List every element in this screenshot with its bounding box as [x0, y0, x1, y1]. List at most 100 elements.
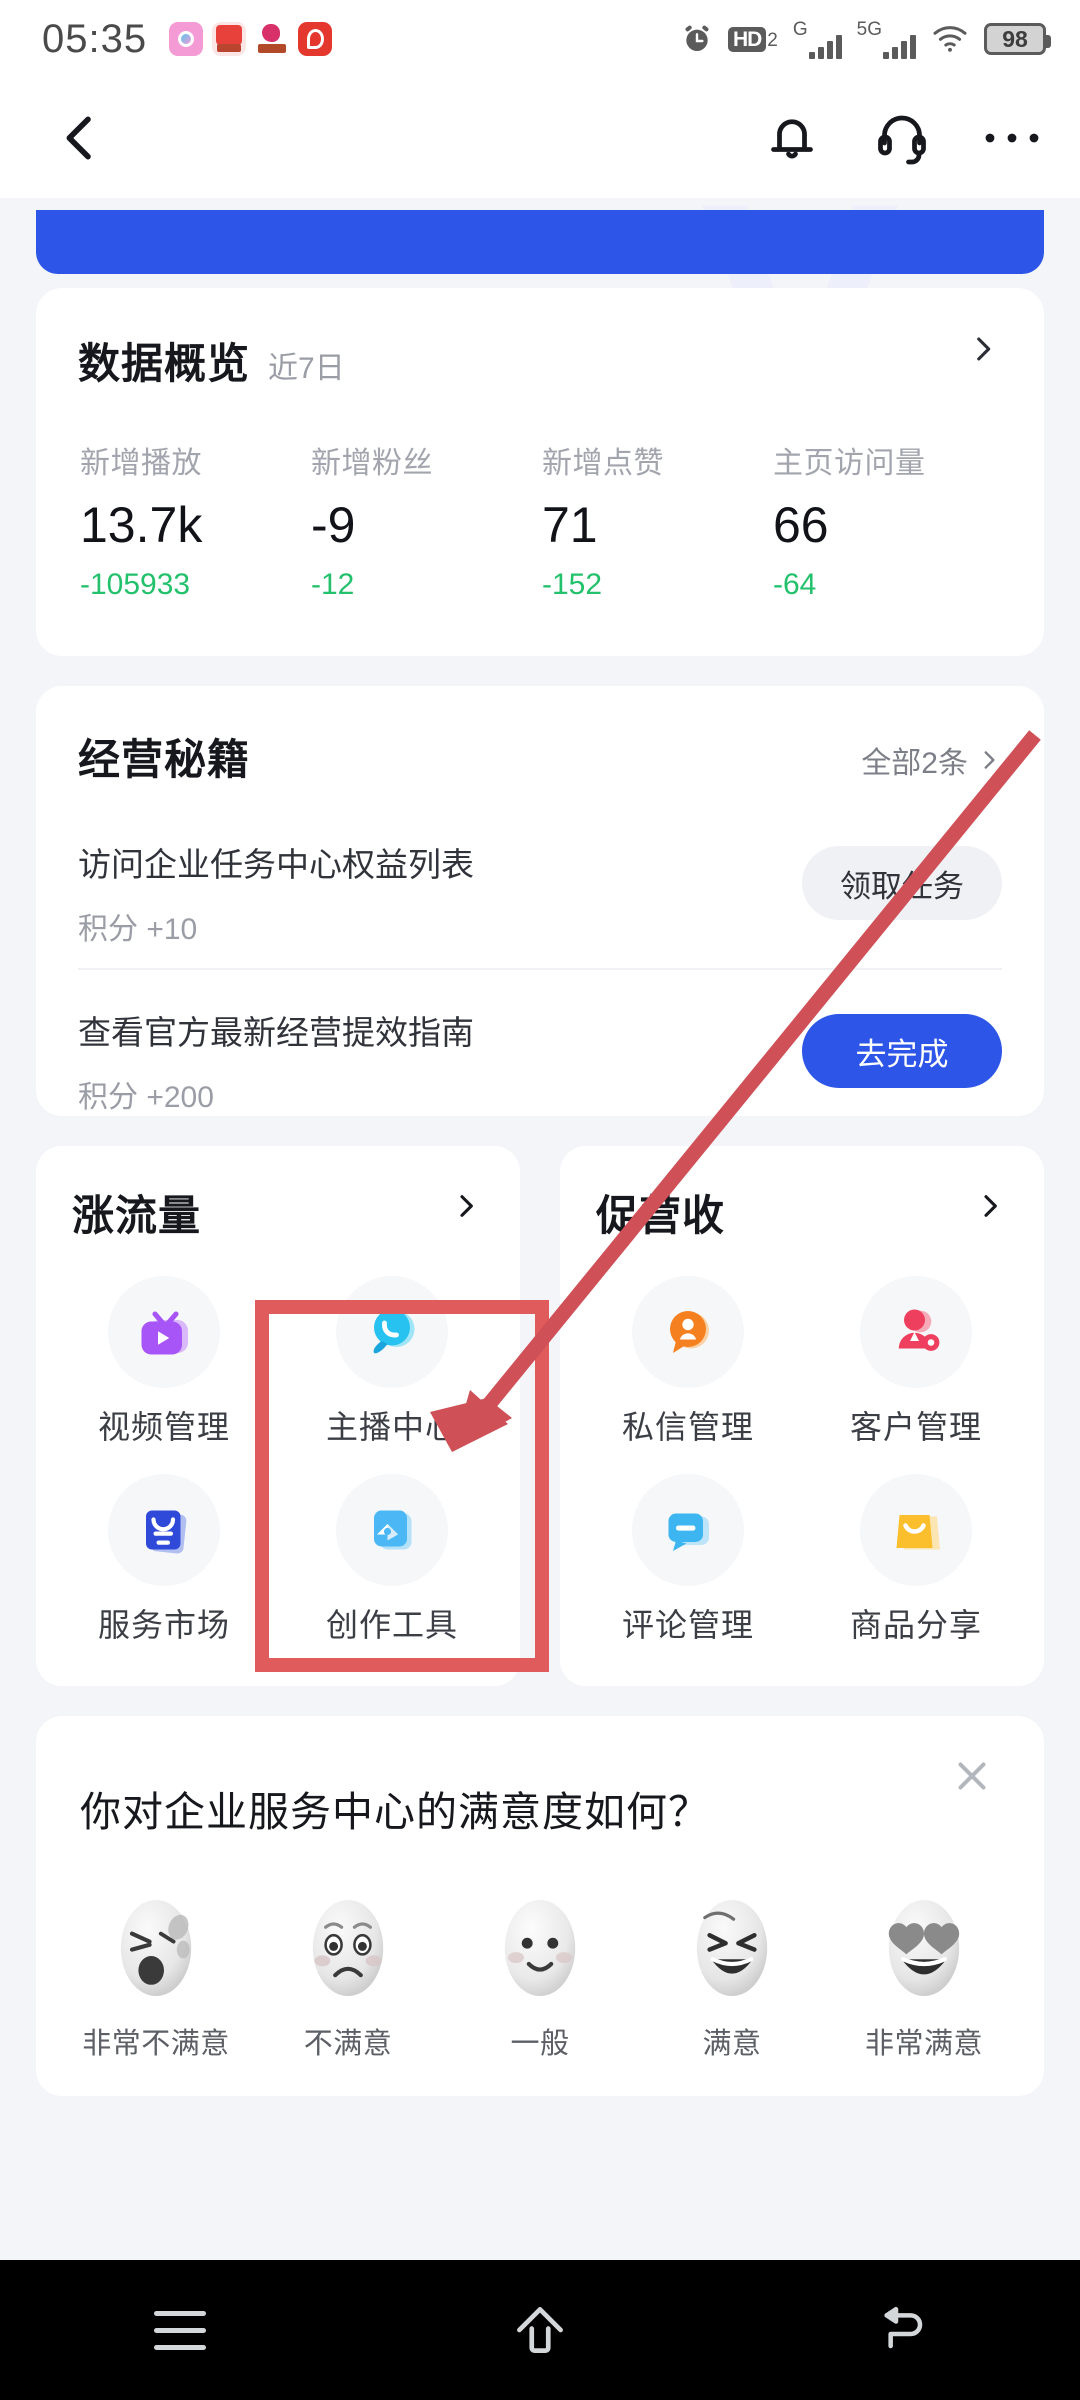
tip-row: 访问企业任务中心权益列表 积分 +10 领取任务 — [78, 838, 1002, 948]
view-all-label: 全部2条 — [861, 747, 968, 780]
more-dots-icon[interactable] — [978, 104, 1046, 172]
metric-value: 71 — [542, 497, 598, 553]
survey-option-label: 一般 — [510, 2028, 570, 2060]
page-title: 数据概览 — [78, 340, 251, 387]
status-bar-app-icons — [169, 22, 333, 56]
business-tips-card: 经营秘籍 全部2条 访问企业任务中心权益列表 积分 +10 领取任务 查看官方最… — [36, 686, 1044, 1116]
survey-question: 你对企业服务中心的满意度如何？ — [80, 1789, 710, 1835]
app-icon-pink — [169, 22, 204, 56]
grid-item-product-share[interactable]: 商品分享 — [802, 1474, 1030, 1646]
hd-voice-icon: HD 2 — [727, 26, 778, 52]
grid-item-creation-tools[interactable]: 创作工具 — [278, 1474, 506, 1646]
claim-task-button[interactable]: 领取任务 — [802, 846, 1002, 920]
data-overview-card[interactable]: 数据概览 近7日 新增播放 13.7k -105933 新增粉丝 -9 -12 — [36, 288, 1044, 656]
revenue-growth-title: 促营收 — [596, 1192, 726, 1239]
metrics-row: 新增播放 13.7k -105933 新增粉丝 -9 -12 新增点赞 71 -… — [80, 438, 1004, 602]
chevron-right-icon — [984, 751, 995, 769]
comment-icon — [632, 1474, 744, 1586]
survey-option-very-satisfied[interactable]: 非常满意 — [828, 1892, 1020, 2062]
divider — [78, 968, 1002, 970]
revenue-growth-grid: 私信管理 客户管理 评论管理 商品分享 — [574, 1276, 1030, 1646]
grid-item-service-market[interactable]: 服务市场 — [50, 1474, 278, 1646]
status-bar-clock: 05:35 — [42, 16, 148, 61]
grid-item-label: 服务市场 — [97, 1607, 230, 1643]
metric-delta: -152 — [542, 568, 603, 601]
grid-item-customer-management[interactable]: 客户管理 — [802, 1276, 1030, 1448]
metric-delta: -64 — [773, 568, 817, 601]
menu-icon[interactable] — [120, 2285, 240, 2375]
grid-item-label: 商品分享 — [849, 1607, 982, 1643]
metric-value: -9 — [311, 497, 356, 553]
chevron-right-icon[interactable] — [450, 1190, 482, 1227]
back-icon[interactable] — [840, 2285, 960, 2375]
survey-option-label: 不满意 — [303, 2028, 393, 2060]
speech-bubble-icon — [336, 1276, 448, 1388]
satisfaction-survey-card: 你对企业服务中心的满意度如何？ 非常不满意 不满意 一般 满意 非常满意 — [36, 1716, 1044, 2096]
chevron-right-icon[interactable] — [974, 1190, 1006, 1227]
survey-option-label: 非常满意 — [864, 2028, 983, 2060]
grid-item-label: 主播中心 — [325, 1409, 458, 1445]
shopping-bag-icon — [860, 1474, 972, 1586]
grid-item-label: 私信管理 — [621, 1409, 754, 1445]
alarm-clock-icon — [681, 23, 713, 55]
close-x-icon[interactable] — [936, 1740, 1008, 1812]
grid-item-anchor-center[interactable]: 主播中心 — [278, 1276, 506, 1448]
metric-label: 新增点赞 — [542, 447, 664, 480]
bell-icon[interactable] — [758, 104, 826, 172]
app-icon-xiaohongshu — [212, 22, 247, 56]
grid-item-label: 客户管理 — [849, 1409, 982, 1445]
metric-item[interactable]: 新增粉丝 -9 -12 — [311, 438, 542, 602]
person-bubble-icon — [632, 1276, 744, 1388]
grid-item-private-message[interactable]: 私信管理 — [574, 1276, 802, 1448]
phone-screen: 05:35 HD 2 G 5G 98 数据概览 近7日 新增播放 13.7k -… — [0, 0, 1080, 2400]
go-complete-button[interactable]: 去完成 — [802, 1014, 1002, 1088]
revenue-growth-card: 促营收 私信管理 客户管理 评论管理 商品分享 — [560, 1146, 1044, 1686]
grid-item-video-management[interactable]: 视频管理 — [50, 1276, 278, 1448]
tip-row: 查看官方最新经营提效指南 积分 +200 去完成 — [78, 1006, 1002, 1116]
home-icon[interactable] — [480, 2285, 600, 2375]
promo-banner[interactable] — [36, 210, 1044, 274]
face-happy-icon — [696, 1900, 768, 1996]
nav-action-group — [758, 104, 1046, 172]
metric-delta: -12 — [311, 568, 355, 601]
metric-value: 13.7k — [80, 497, 203, 553]
metric-delta: -105933 — [80, 568, 191, 601]
survey-options: 非常不满意 不满意 一般 满意 非常满意 — [60, 1892, 1020, 2062]
signal-5g-icon: 5G — [857, 20, 916, 59]
survey-option-label: 非常不满意 — [82, 2028, 230, 2060]
metric-label: 主页访问量 — [773, 447, 926, 480]
business-tips-header: 经营秘籍 — [78, 726, 250, 787]
signal-g-icon: G — [793, 20, 842, 59]
business-tips-title: 经营秘籍 — [78, 736, 251, 783]
view-all-tips-link[interactable]: 全部2条 — [861, 738, 1002, 782]
status-bar-indicators: HD 2 G 5G 98 — [681, 20, 1051, 59]
traffic-growth-title: 涨流量 — [72, 1192, 202, 1239]
survey-option-neutral[interactable]: 一般 — [444, 1892, 636, 2062]
metric-item[interactable]: 主页访问量 66 -64 — [773, 438, 1004, 602]
grid-item-comment-management[interactable]: 评论管理 — [574, 1474, 802, 1646]
survey-option-dissatisfied[interactable]: 不满意 — [252, 1892, 444, 2062]
traffic-growth-card: 涨流量 视频管理 主播中心 服务市场 创作工具 — [36, 1146, 520, 1686]
survey-option-satisfied[interactable]: 满意 — [636, 1892, 828, 2062]
wifi-icon — [931, 24, 969, 54]
face-sad-icon — [312, 1900, 384, 1996]
page-content: V 数据概览 近7日 新增播放 13.7k -105933 新增粉丝 — [0, 198, 1080, 2260]
date-range-label: 近7日 — [268, 352, 345, 385]
metric-item[interactable]: 新增播放 13.7k -105933 — [80, 438, 311, 602]
survey-option-label: 满意 — [702, 2028, 762, 2060]
metric-item[interactable]: 新增点赞 71 -152 — [542, 438, 773, 602]
metric-label: 新增粉丝 — [311, 447, 433, 480]
survey-option-very-dissatisfied[interactable]: 非常不满意 — [60, 1892, 252, 2062]
person-gear-icon — [860, 1276, 972, 1388]
android-navigation-bar — [0, 2260, 1080, 2400]
metric-value: 66 — [773, 497, 829, 553]
chevron-right-icon[interactable] — [966, 332, 1000, 371]
back-chevron-icon[interactable] — [48, 106, 112, 170]
app-icon-netease-music — [298, 22, 333, 56]
face-neutral-icon — [504, 1900, 576, 1996]
metric-label: 新增播放 — [80, 447, 202, 480]
headset-icon[interactable] — [868, 104, 936, 172]
grid-item-label: 视频管理 — [97, 1409, 230, 1445]
traffic-growth-grid: 视频管理 主播中心 服务市场 创作工具 — [50, 1276, 506, 1646]
battery-indicator: 98 — [984, 23, 1051, 55]
